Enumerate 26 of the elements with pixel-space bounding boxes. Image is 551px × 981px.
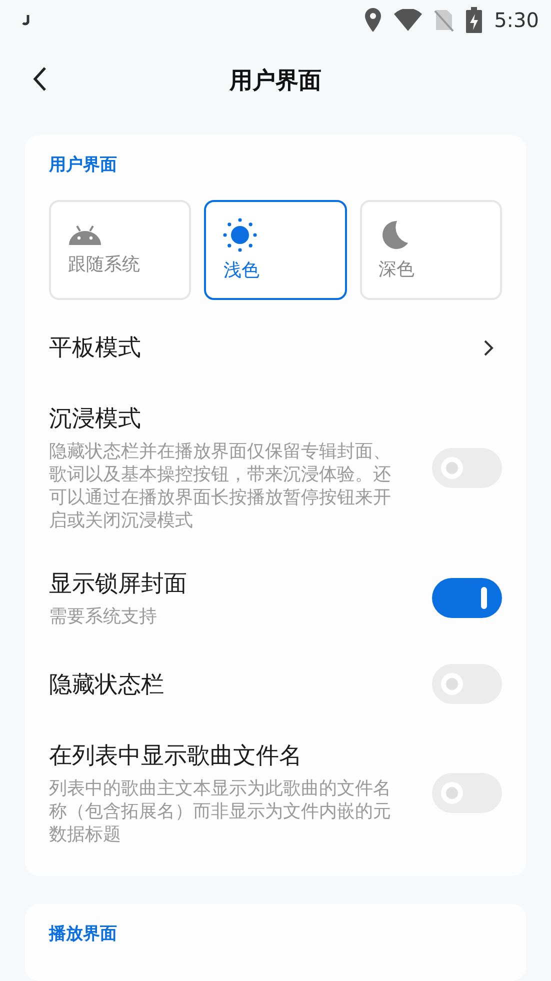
clock-time: 5:30 [494, 8, 539, 32]
sun-icon [223, 218, 258, 252]
setting-title: 沉浸模式 [49, 405, 142, 434]
toggle-switch[interactable] [432, 448, 502, 488]
battery-charging-icon [466, 7, 482, 33]
no-sim-icon [434, 8, 454, 32]
theme-option[interactable]: 浅色 [204, 200, 347, 300]
wifi-icon [394, 9, 422, 31]
setting-title: 显示锁屏封面 [49, 570, 188, 599]
section-title: 用户界面 [49, 154, 118, 176]
page-title: 用户界面 [230, 66, 322, 96]
setting-title: 在列表中显示歌曲文件名 [49, 742, 303, 771]
setting-description: 需要系统支持 [49, 605, 158, 628]
setting-title: 隐藏状态栏 [49, 670, 165, 700]
setting-description: 隐藏状态栏并在播放界面仅保留专辑封面、歌词以及基本操控按钮，带来沉浸体验。还可以通过在播放界面长按播放暂停按钮来开启或关闭沉浸模式 [49, 440, 392, 532]
toggle-switch[interactable] [432, 578, 502, 618]
theme-option[interactable]: 深色 [360, 200, 502, 300]
location-pin-icon [364, 8, 382, 32]
android-icon [68, 224, 102, 246]
setting-description: 列表中的歌曲主文本显示为此歌曲的文件名称（包含拓展名）而非显示为文件内嵌的元数据标题 [49, 777, 392, 846]
theme-option[interactable]: 跟随系统 [49, 200, 192, 300]
setting-title: 平板模式 [49, 334, 142, 363]
toggle-switch[interactable] [432, 664, 502, 704]
toggle-switch[interactable] [432, 773, 502, 813]
section-title: 播放界面 [49, 923, 118, 945]
notification-icon [22, 14, 32, 26]
